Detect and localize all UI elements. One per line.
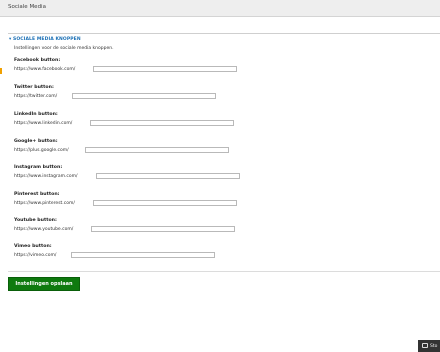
url-prefix: https://www.pinterest.com/: [14, 201, 75, 206]
url-prefix: https://www.youtube.com/: [14, 227, 74, 232]
field-label: Twitter button:: [14, 85, 54, 90]
url-prefix: https://plus.google.com/: [14, 148, 69, 153]
section-toggle-social-media[interactable]: ▾ SOCIALE MEDIA KNOPPEN: [9, 37, 81, 42]
field-label: Google+ button:: [14, 139, 58, 144]
side-indicator: [0, 68, 2, 74]
url-prefix: https://www.linkedin.com/: [14, 121, 73, 126]
linkedin-input[interactable]: [90, 120, 234, 126]
page-header: Sociale Media: [0, 0, 440, 17]
youtube-input[interactable]: [91, 226, 235, 232]
url-prefix: https://twitter.com/: [14, 94, 58, 99]
page-title: Sociale Media: [8, 4, 46, 10]
settings-panel: ▾ SOCIALE MEDIA KNOPPEN Instellingen voo…: [8, 33, 440, 272]
chat-icon: [422, 343, 428, 348]
url-prefix: https://www.facebook.com/: [14, 67, 76, 72]
chat-widget-label: Sto: [430, 344, 438, 349]
url-prefix: https://vimeo.com/: [14, 253, 57, 258]
facebook-input[interactable]: [93, 66, 237, 72]
field-label: LinkedIn button:: [14, 112, 58, 117]
field-label: Facebook button:: [14, 58, 61, 63]
save-settings-button[interactable]: Instellingen opslaan: [8, 277, 80, 291]
twitter-input[interactable]: [72, 93, 216, 99]
pinterest-input[interactable]: [93, 200, 237, 206]
google-plus-input[interactable]: [85, 147, 229, 153]
field-label: Vimeo button:: [14, 244, 52, 249]
field-label: Youtube button:: [14, 218, 57, 223]
field-label: Instagram button:: [14, 165, 63, 170]
field-label: Pinterest button:: [14, 192, 60, 197]
url-prefix: https://www.instagram.com/: [14, 174, 78, 179]
section-description: Instellingen voor de sociale media knopp…: [14, 46, 114, 51]
vimeo-input[interactable]: [71, 252, 215, 258]
chat-widget[interactable]: Sto: [418, 340, 440, 352]
instagram-input[interactable]: [96, 173, 240, 179]
